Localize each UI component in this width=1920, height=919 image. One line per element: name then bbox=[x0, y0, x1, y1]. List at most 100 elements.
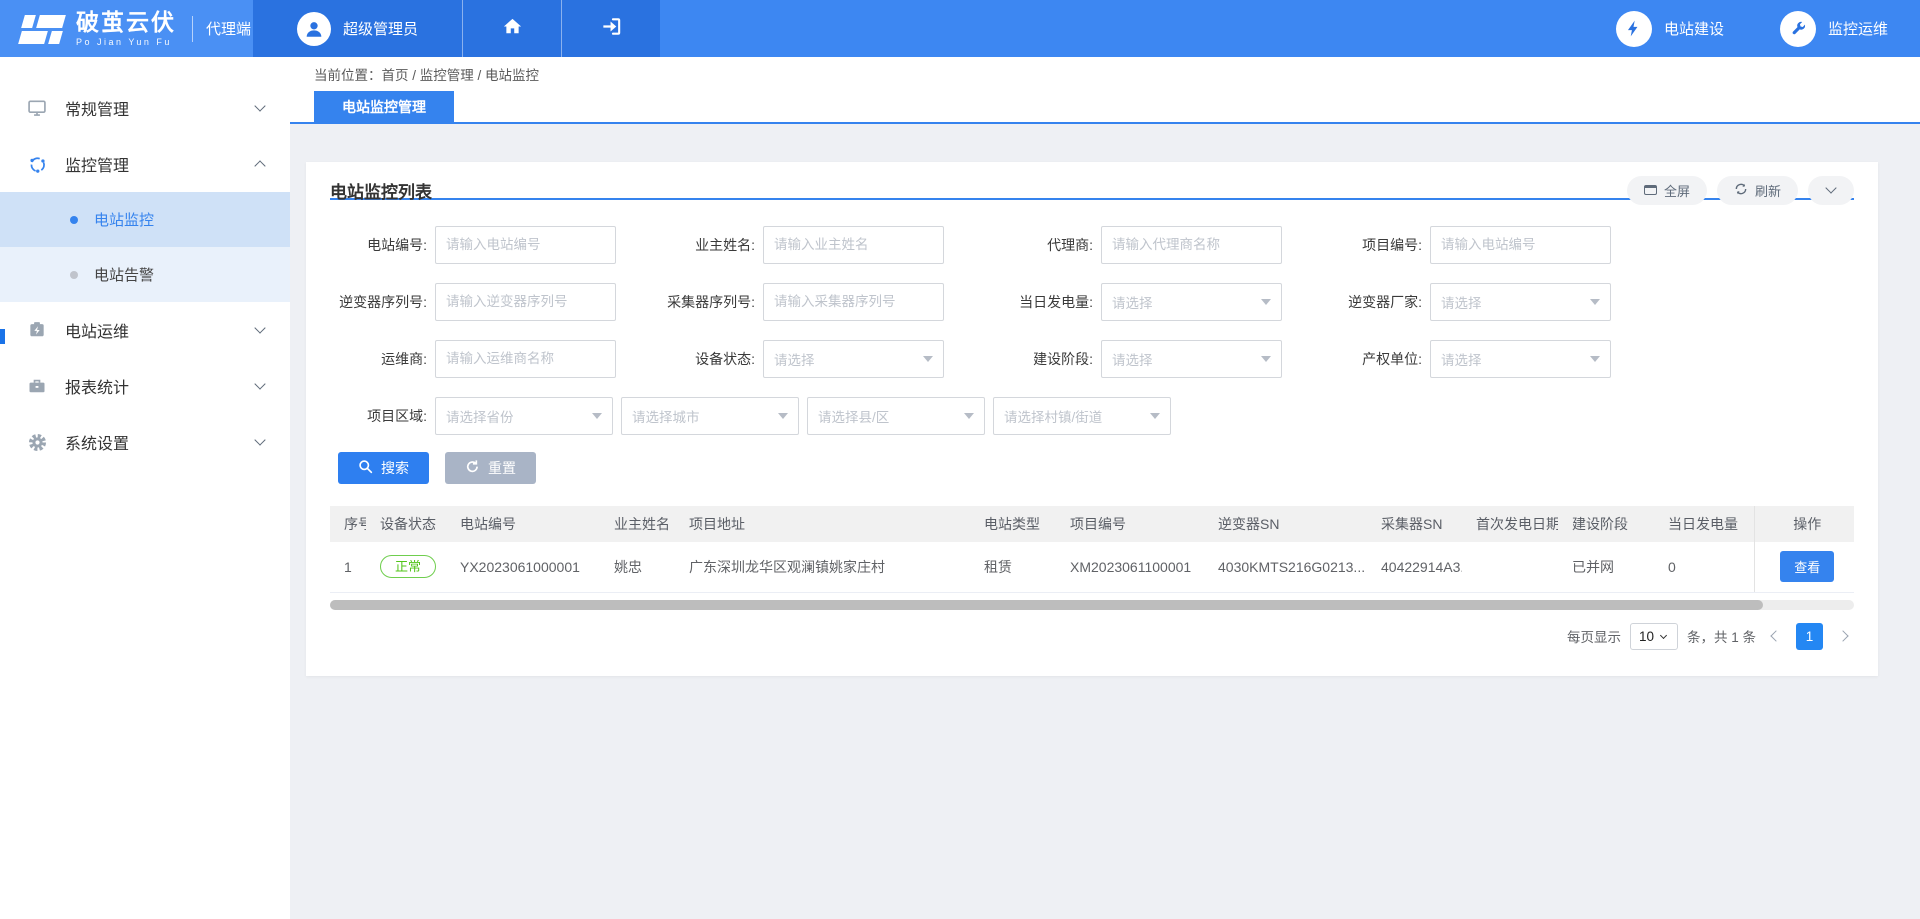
col-address: 项目地址 bbox=[675, 506, 970, 542]
cell-inverter-sn: 4030KMTS216G0213... bbox=[1204, 542, 1367, 592]
total-count-label: 条，共 1 条 bbox=[1687, 626, 1756, 646]
col-first-power-date: 首次发电日期 bbox=[1462, 506, 1558, 542]
collapse-button[interactable] bbox=[1808, 176, 1854, 205]
bullet-icon bbox=[70, 271, 78, 279]
owner-name-input[interactable] bbox=[763, 226, 944, 264]
sidebar-item-station-ops[interactable]: 电站运维 bbox=[0, 302, 290, 358]
reset-button[interactable]: 重置 bbox=[445, 452, 536, 484]
province-select[interactable]: 请选择省份 bbox=[435, 397, 613, 435]
refresh-button[interactable]: 刷新 bbox=[1717, 176, 1798, 205]
header-spacer bbox=[660, 0, 1616, 57]
per-page-label: 每页显示 bbox=[1567, 626, 1621, 646]
inverter-vendor-select[interactable]: 请选择 bbox=[1430, 283, 1611, 321]
sidebar-item-general-management[interactable]: 常规管理 bbox=[0, 80, 290, 136]
horizontal-scrollbar[interactable] bbox=[330, 600, 1854, 610]
col-collector-sn: 采集器SN bbox=[1367, 506, 1462, 542]
sidebar-item-station-alarm[interactable]: 电站告警 bbox=[0, 247, 290, 302]
refresh-icon bbox=[1734, 182, 1748, 199]
chevron-down-icon bbox=[254, 378, 265, 389]
page-number-button[interactable]: 1 bbox=[1796, 623, 1823, 650]
chevron-down-icon bbox=[254, 100, 265, 111]
dropdown-arrow-icon bbox=[1261, 299, 1271, 305]
logo-title: 破茧云伏 bbox=[76, 11, 176, 34]
collector-sn-input[interactable] bbox=[763, 283, 944, 321]
col-device-status: 设备状态 bbox=[366, 506, 446, 542]
station-no-input[interactable] bbox=[435, 226, 616, 264]
logo-icon bbox=[20, 12, 66, 46]
sidebar-item-report-statistics[interactable]: 报表统计 bbox=[0, 358, 290, 414]
cell-first-power-date bbox=[1462, 542, 1558, 592]
logout-button[interactable] bbox=[561, 0, 660, 57]
col-index: 序号 bbox=[330, 506, 366, 542]
property-unit-select[interactable]: 请选择 bbox=[1430, 340, 1611, 378]
panel-toolbar: 全屏 刷 bbox=[1627, 176, 1854, 205]
home-icon bbox=[501, 15, 524, 43]
city-select[interactable]: 请选择城市 bbox=[621, 397, 799, 435]
sidebar-item-station-monitor[interactable]: 电站监控 bbox=[0, 192, 290, 247]
col-project-no: 项目编号 bbox=[1056, 506, 1204, 542]
table-header-row: 序号 设备状态 电站编号 业主姓名 项目地址 电站类型 项目编号 逆变器SN 采… bbox=[330, 506, 1854, 542]
nav-monitor-ops[interactable]: 监控运维 bbox=[1780, 11, 1888, 47]
device-status-select[interactable]: 请选择 bbox=[763, 340, 944, 378]
station-table: 序号 设备状态 电站编号 业主姓名 项目地址 电站类型 项目编号 逆变器SN 采… bbox=[330, 506, 1854, 593]
col-owner: 业主姓名 bbox=[600, 506, 675, 542]
cell-station-no: YX2023061000001 bbox=[446, 542, 600, 592]
portal-label: 代理端 bbox=[206, 18, 251, 39]
project-no-input[interactable] bbox=[1430, 226, 1611, 264]
fullscreen-button[interactable]: 全屏 bbox=[1627, 176, 1707, 205]
prev-page-button[interactable] bbox=[1765, 623, 1787, 649]
per-page-select[interactable]: 10 bbox=[1630, 623, 1678, 650]
user-avatar-icon bbox=[297, 12, 331, 46]
agent-input[interactable] bbox=[1101, 226, 1282, 264]
breadcrumb: 当前位置：首页 / 监控管理 / 电站监控 bbox=[290, 57, 1920, 91]
town-select[interactable]: 请选择村镇/街道 bbox=[993, 397, 1171, 435]
inverter-sn-input[interactable] bbox=[435, 283, 616, 321]
network-icon bbox=[26, 154, 48, 175]
cell-station-type: 租赁 bbox=[970, 542, 1056, 592]
county-select[interactable]: 请选择县/区 bbox=[807, 397, 985, 435]
cell-actions: 查看 bbox=[1754, 542, 1854, 592]
tab-station-monitor-management[interactable]: 电站监控管理 bbox=[314, 91, 454, 122]
breadcrumb-text: 当前位置：首页 / 监控管理 / 电站监控 bbox=[314, 64, 539, 84]
station-monitor-panel: 电站监控列表 全屏 bbox=[306, 162, 1878, 676]
daily-power-select[interactable]: 请选择 bbox=[1101, 283, 1282, 321]
sidebar-scrollbar[interactable] bbox=[0, 329, 5, 344]
nav-station-build[interactable]: 电站建设 bbox=[1616, 11, 1724, 47]
logo-subtitle: Po Jian Yun Fu bbox=[76, 38, 176, 47]
cell-project-no: XM2023061100001 bbox=[1056, 542, 1204, 592]
bullet-icon bbox=[70, 216, 78, 224]
sidebar: 常规管理 监控管理 电站监控 bbox=[0, 57, 290, 919]
cell-device-status: 正常 bbox=[366, 542, 446, 592]
dropdown-arrow-icon bbox=[923, 356, 933, 362]
ops-vendor-input[interactable] bbox=[435, 340, 616, 378]
cell-collector-sn: 40422914A3... bbox=[1367, 542, 1462, 592]
build-stage-select[interactable]: 请选择 bbox=[1101, 340, 1282, 378]
lightning-icon bbox=[1616, 11, 1652, 47]
main-area: 当前位置：首页 / 监控管理 / 电站监控 电站监控管理 电站监控列表 全屏 bbox=[290, 57, 1920, 919]
user-menu[interactable]: 超级管理员 bbox=[253, 0, 462, 57]
sidebar-item-system-settings[interactable]: 系统设置 bbox=[0, 414, 290, 470]
app-logo[interactable]: 破茧云伏 Po Jian Yun Fu 代理端 bbox=[0, 0, 253, 57]
scrollbar-thumb[interactable] bbox=[330, 600, 1763, 610]
username: 超级管理员 bbox=[343, 18, 418, 39]
dropdown-arrow-icon bbox=[1150, 413, 1160, 419]
search-button[interactable]: 搜索 bbox=[338, 452, 429, 484]
home-button[interactable] bbox=[462, 0, 561, 57]
cell-address: 广东深圳龙华区观澜镇姚家庄村 bbox=[675, 542, 970, 592]
panel-title: 电站监控列表 bbox=[330, 178, 432, 203]
col-station-no: 电站编号 bbox=[446, 506, 600, 542]
col-actions: 操作 bbox=[1754, 506, 1854, 542]
view-button[interactable]: 查看 bbox=[1780, 551, 1834, 582]
sign-out-icon bbox=[600, 15, 623, 43]
status-badge: 正常 bbox=[380, 555, 436, 578]
monitor-icon bbox=[26, 98, 48, 118]
battery-bolt-icon bbox=[26, 320, 48, 340]
header-nav: 电站建设 监控运维 bbox=[1616, 0, 1920, 57]
gear-icon bbox=[26, 432, 48, 453]
content-area: 电站监控列表 全屏 bbox=[290, 124, 1920, 676]
sidebar-item-monitor-management[interactable]: 监控管理 bbox=[0, 136, 290, 192]
next-page-button[interactable] bbox=[1832, 623, 1854, 649]
chevron-down-icon bbox=[254, 322, 265, 333]
dropdown-arrow-icon bbox=[1590, 356, 1600, 362]
chevron-down-icon bbox=[1660, 631, 1667, 638]
